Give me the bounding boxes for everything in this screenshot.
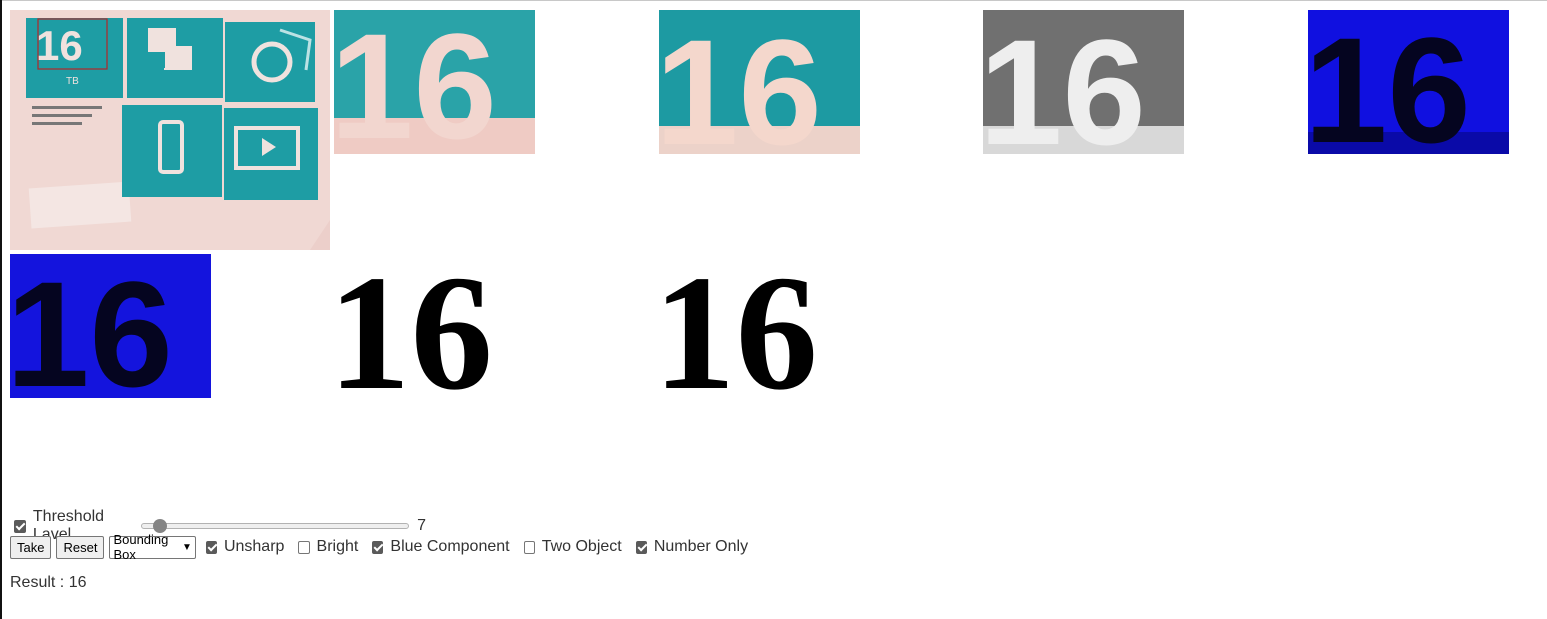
crop-text: 16	[983, 10, 1146, 154]
crop-text: 16	[659, 254, 818, 398]
options-row: Take Reset Bounding Box ▼ Unsharp Bright…	[10, 532, 762, 562]
two-object-label: Two Object	[541, 538, 622, 555]
bright-checkbox[interactable]	[298, 540, 310, 554]
svg-text:TB: TB	[66, 76, 79, 87]
svg-text:16: 16	[36, 22, 83, 69]
unsharp-checkbox[interactable]	[205, 540, 217, 554]
threshold-slider[interactable]	[141, 518, 410, 534]
result-label: Result :	[10, 574, 65, 591]
top-border	[0, 0, 1547, 1]
crop-text: 16	[10, 254, 173, 398]
reset-button[interactable]: Reset	[56, 535, 105, 559]
left-border	[0, 0, 2, 619]
crop-teal-2: 16	[659, 10, 860, 154]
crop-text: 16	[659, 10, 822, 154]
mode-select[interactable]: Bounding Box ▼	[109, 532, 196, 562]
result-value: 16	[68, 574, 87, 591]
binary-image-2: 16	[659, 254, 860, 398]
blue-component-checkbox[interactable]	[372, 540, 384, 554]
bright-label: Bright	[316, 538, 359, 555]
number-only-checkbox[interactable]	[635, 540, 647, 554]
result-text: Result : 16	[10, 574, 87, 592]
mode-select-value: Bounding Box	[113, 532, 169, 562]
threshold-row: Threshold Lavel 7	[14, 508, 427, 543]
binary-image-1: 16	[334, 254, 535, 398]
chevron-down-icon: ▼	[181, 541, 192, 553]
take-button[interactable]: Take	[10, 535, 52, 559]
crop-blue-2: 16	[10, 254, 211, 398]
original-photo: 16 TB	[10, 10, 330, 250]
threshold-checkbox[interactable]	[14, 519, 26, 533]
crop-text: 16	[334, 254, 493, 398]
crop-text: 16	[334, 10, 497, 154]
slider-thumb[interactable]	[152, 519, 167, 533]
crop-blue-1: 16	[1308, 10, 1509, 154]
crop-gray: 16	[983, 10, 1184, 154]
unsharp-label: Unsharp	[223, 538, 285, 555]
two-object-checkbox[interactable]	[523, 540, 535, 554]
number-only-label: Number Only	[653, 538, 749, 555]
threshold-value: 7	[417, 517, 427, 534]
crop-text: 16	[1308, 10, 1471, 154]
crop-teal-1: 16	[334, 10, 535, 154]
slider-track	[141, 523, 410, 529]
blue-component-label: Blue Component	[390, 538, 510, 555]
